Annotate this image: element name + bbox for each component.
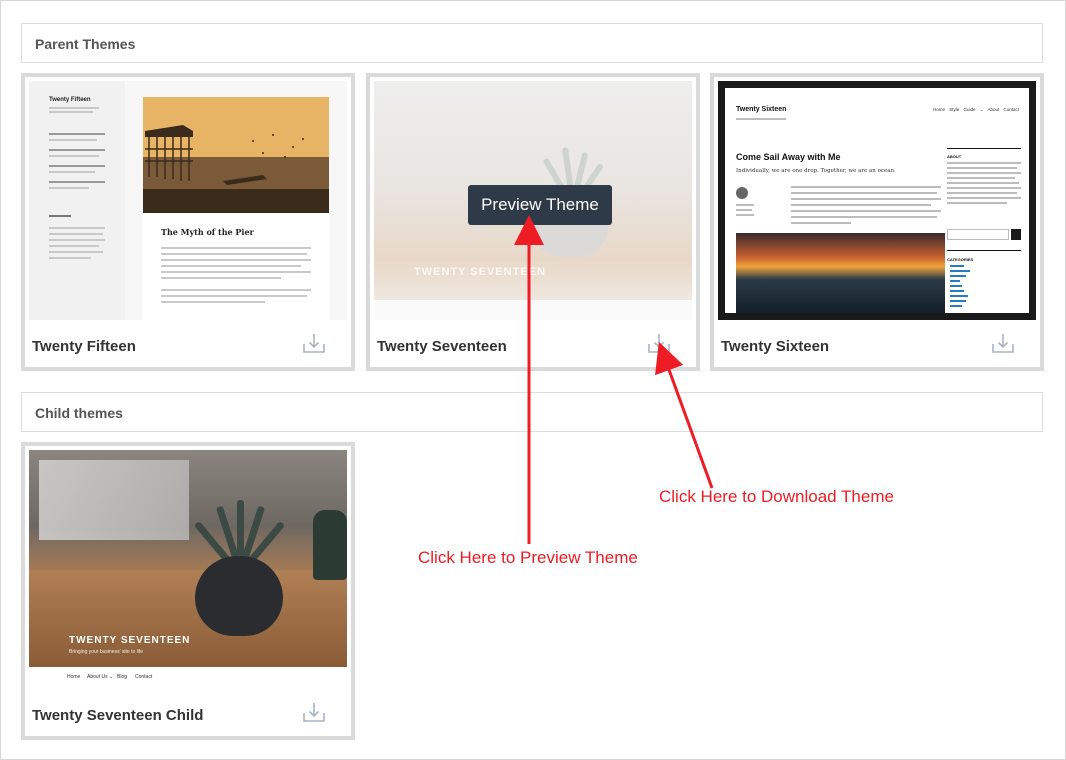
screenshot-post-title: The Myth of the Pier bbox=[161, 227, 254, 237]
screenshot-post-title: Come Sail Away with Me bbox=[736, 152, 841, 162]
theme-card-twenty-seventeen[interactable]: TWENTY SEVENTEEN Preview Theme Twenty Se… bbox=[366, 73, 700, 371]
theme-card-twenty-seventeen-child[interactable]: TWENTY SEVENTEEN Bringing your business'… bbox=[21, 442, 355, 740]
theme-card-twenty-sixteen[interactable]: Twenty Sixteen Home Style Guide ⌄ About … bbox=[710, 73, 1044, 371]
sunset-image bbox=[736, 233, 945, 313]
child-themes-header: Child themes bbox=[21, 392, 1043, 432]
download-icon bbox=[992, 334, 1014, 353]
screenshot-nav-item: Home bbox=[67, 674, 81, 680]
theme-name: Twenty Seventeen bbox=[377, 338, 507, 355]
screenshot-nav-item: About Us ⌄ bbox=[87, 674, 114, 680]
screenshot-nav-item: Blog bbox=[117, 674, 128, 680]
download-icon bbox=[303, 334, 325, 353]
plant-photo: TWENTY SEVENTEEN Bringing your business'… bbox=[29, 450, 347, 667]
screenshot-watermark: TWENTY SEVENTEEN bbox=[414, 266, 546, 278]
screenshot-sidebar-about: ABOUT bbox=[947, 154, 962, 159]
screenshot-nav-item: Contact bbox=[135, 674, 153, 680]
theme-screenshot[interactable]: Twenty Fifteen The Myth of the Pier bbox=[29, 81, 347, 320]
theme-name: Twenty Sixteen bbox=[721, 338, 830, 355]
screenshot-post-subtitle: Individually, we are one drop. Together,… bbox=[736, 168, 896, 174]
parent-themes-header: Parent Themes bbox=[21, 23, 1043, 63]
download-annotation: Click Here to Download Theme bbox=[659, 487, 894, 506]
screenshot-sidebar-categories: CATEGORIES bbox=[947, 257, 974, 262]
screenshot-main: The Myth of the Pier bbox=[125, 81, 347, 320]
theme-card-twenty-fifteen[interactable]: Twenty Fifteen The Myth of the Pier Twen… bbox=[21, 73, 355, 371]
theme-screenshot[interactable]: TWENTY SEVENTEEN Bringing your business'… bbox=[29, 450, 347, 689]
screenshot-site-title: Twenty Sixteen bbox=[736, 106, 787, 113]
download-icon bbox=[648, 334, 670, 353]
parent-themes-label: Parent Themes bbox=[35, 36, 136, 52]
screenshot-article: The Myth of the Pier bbox=[143, 213, 329, 320]
screenshot-site-title: Twenty Fifteen bbox=[49, 97, 91, 103]
theme-name: Twenty Seventeen Child bbox=[32, 707, 204, 724]
screenshot-sidebar: Twenty Fifteen bbox=[29, 81, 125, 320]
screenshot-frame: Twenty Sixteen Home Style Guide ⌄ About … bbox=[718, 81, 1036, 320]
theme-screenshot[interactable]: TWENTY SEVENTEEN Preview Theme bbox=[374, 81, 692, 320]
preview-annotation: Click Here to Preview Theme bbox=[418, 548, 638, 567]
download-button[interactable] bbox=[646, 331, 672, 355]
download-button[interactable] bbox=[301, 331, 327, 355]
download-icon bbox=[303, 703, 325, 722]
pier-image bbox=[143, 97, 329, 213]
child-themes-label: Child themes bbox=[35, 405, 123, 421]
download-button[interactable] bbox=[301, 700, 327, 724]
theme-name: Twenty Fifteen bbox=[32, 338, 136, 355]
screenshot-watermark: TWENTY SEVENTEEN bbox=[69, 635, 191, 646]
preview-theme-button[interactable]: Preview Theme bbox=[468, 185, 612, 225]
screenshot-nav: Home Style Guide ⌄ About Contact bbox=[933, 107, 1020, 112]
theme-screenshot[interactable]: Twenty Sixteen Home Style Guide ⌄ About … bbox=[718, 81, 1036, 320]
download-button[interactable] bbox=[990, 331, 1016, 355]
screenshot-tagline: Bringing your business' site to life bbox=[69, 649, 144, 655]
screenshot-nav: Home About Us ⌄ Blog Contact bbox=[29, 667, 347, 689]
